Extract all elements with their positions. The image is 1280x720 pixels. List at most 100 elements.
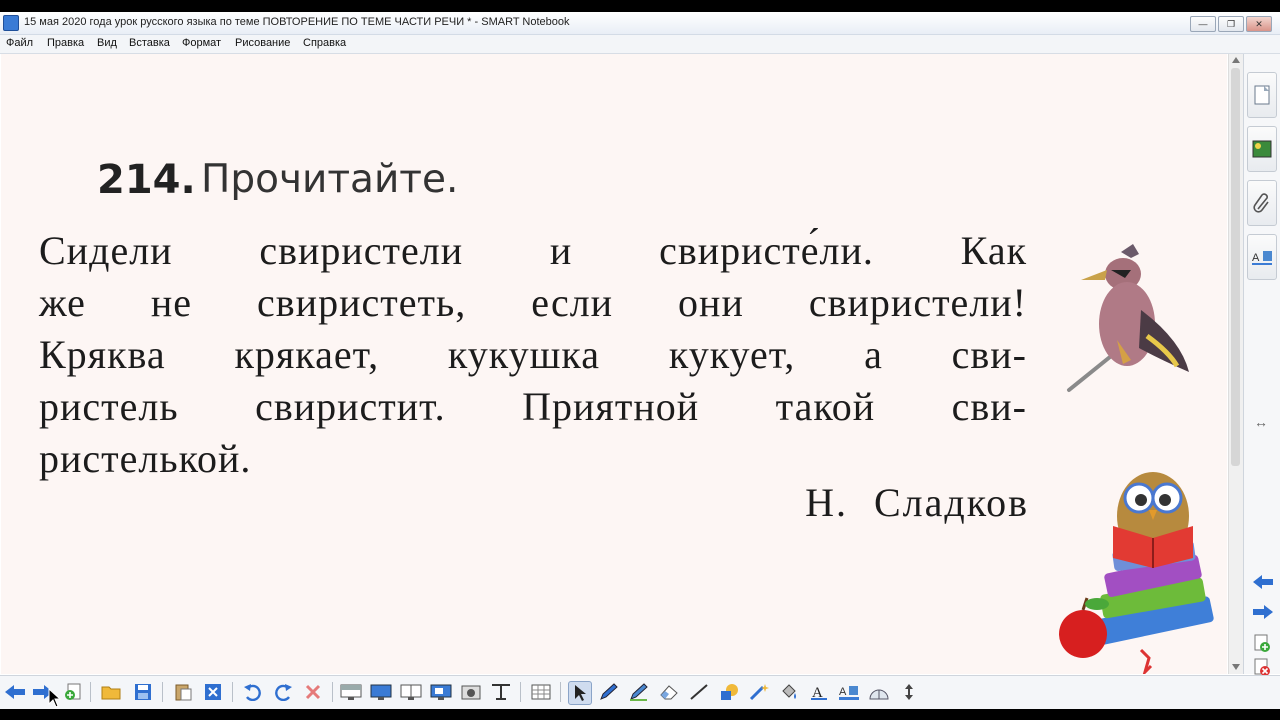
capture-button[interactable]: [430, 681, 452, 703]
text-line-5: ристелькой.: [39, 436, 252, 481]
camera-icon: [461, 685, 481, 700]
text-button[interactable]: A: [808, 681, 830, 703]
shapes-icon: [721, 684, 738, 700]
eraser-tool-button[interactable]: [658, 681, 680, 703]
select-tool-button[interactable]: [568, 681, 592, 705]
menu-help[interactable]: Справка: [303, 37, 346, 49]
previous-page-arrow-icon[interactable]: [1252, 574, 1274, 590]
attachments-tab[interactable]: [1247, 180, 1277, 226]
magic-pen-icon: [749, 684, 769, 701]
redo-button[interactable]: [272, 681, 294, 703]
table-button[interactable]: [530, 681, 552, 703]
redo-icon: [275, 684, 292, 701]
paste-button[interactable]: [172, 681, 194, 703]
clear-page-button[interactable]: [302, 681, 324, 703]
text-line-4: ристель свиристит. Приятной такой сви-: [39, 384, 1027, 429]
toolbar-separator: [232, 682, 233, 702]
fill-tool-button[interactable]: [778, 681, 800, 703]
text-line-2: же не свиристеть, если они свиристели!: [39, 280, 1027, 325]
scroll-up-arrow-icon[interactable]: [1232, 57, 1240, 63]
menu-insert[interactable]: Вставка: [129, 37, 170, 49]
gallery-tab[interactable]: [1247, 126, 1277, 172]
text-line-3: Кряква крякает, кукушка кукует, а сви-: [39, 332, 1027, 377]
paste-icon: [175, 684, 192, 701]
open-file-button[interactable]: [100, 681, 122, 703]
add-page-toolbar-icon: [65, 683, 81, 700]
menu-edit[interactable]: Правка: [47, 37, 84, 49]
svg-text:A: A: [839, 686, 847, 698]
pen-icon: [600, 683, 618, 700]
measurement-tools-button[interactable]: [868, 681, 890, 703]
smart-notebook-app-icon: [3, 15, 19, 31]
undo-button[interactable]: [242, 681, 264, 703]
undo-icon: [244, 684, 261, 701]
line-tool-button[interactable]: [688, 681, 710, 703]
save-button[interactable]: [132, 681, 154, 703]
exercise-number: 214.: [97, 157, 196, 203]
creative-pen-icon: [630, 683, 648, 701]
expand-panel-arrow-icon[interactable]: ↔: [1254, 414, 1268, 430]
add-page-button[interactable]: [62, 681, 84, 703]
table-insert-button[interactable]: [490, 681, 512, 703]
owl-on-books-image: [1059, 472, 1214, 674]
magic-pen-button[interactable]: [748, 681, 770, 703]
toolbar-position-button[interactable]: [898, 681, 920, 703]
full-screen-button[interactable]: [370, 681, 392, 703]
notebook-page-canvas[interactable]: 214. Прочитайте. Сидели свиристели и сви…: [1, 54, 1227, 674]
app-window: 15 мая 2020 года урок русского языка по …: [0, 12, 1280, 709]
toolbar-separator: [560, 682, 561, 702]
fill-bucket-icon: [782, 684, 796, 699]
menu-bar: Файл Правка Вид Вставка Формат Рисование…: [0, 35, 1280, 54]
delete-page-icon[interactable]: [1254, 658, 1270, 676]
waxwing-bird-image: [1067, 244, 1189, 392]
dual-page-icon: [400, 684, 422, 700]
eraser-icon: [660, 685, 678, 700]
properties-toolbar-icon: A: [839, 686, 859, 700]
line-icon: [690, 684, 708, 700]
previous-page-button[interactable]: [4, 681, 26, 703]
title-bar[interactable]: 15 мая 2020 года урок русского языка по …: [0, 12, 1280, 35]
properties-button[interactable]: A: [838, 681, 860, 703]
scrollbar-thumb[interactable]: [1231, 68, 1240, 466]
folder-icon: [101, 686, 121, 700]
document-camera-button[interactable]: [460, 681, 482, 703]
monitor-icon: [370, 684, 392, 700]
creative-pen-button[interactable]: [628, 681, 650, 703]
svg-text:A: A: [1252, 252, 1260, 264]
menu-file[interactable]: Файл: [6, 37, 33, 49]
pointer-arrow-icon: [575, 685, 586, 701]
pen-tool-button[interactable]: [598, 681, 620, 703]
screen-shade-icon: [340, 684, 362, 700]
exercise-instruction: Прочитайте.: [201, 157, 459, 202]
mouse-cursor-icon: [48, 688, 62, 708]
minimize-button[interactable]: —: [1190, 16, 1216, 32]
properties-icon: A: [1252, 251, 1272, 265]
delete-button[interactable]: [202, 681, 224, 703]
side-tabs-panel: A ↔: [1243, 54, 1280, 676]
close-button[interactable]: ✕: [1246, 16, 1272, 32]
toolbar-separator: [90, 682, 91, 702]
screen-shade-button[interactable]: [340, 681, 362, 703]
move-toolbar-arrow-icon: [905, 684, 913, 700]
menu-view[interactable]: Вид: [97, 37, 117, 49]
vertical-scrollbar[interactable]: [1228, 54, 1243, 674]
window-title: 15 мая 2020 года урок русского языка по …: [24, 16, 570, 28]
shapes-tool-button[interactable]: [718, 681, 740, 703]
add-page-icon[interactable]: [1254, 634, 1270, 652]
menu-draw[interactable]: Рисование: [235, 37, 290, 49]
clear-icon: [305, 684, 321, 700]
properties-tab[interactable]: A: [1247, 234, 1277, 280]
toolbar-separator: [520, 682, 521, 702]
previous-page-icon: [5, 685, 25, 699]
scroll-down-arrow-icon[interactable]: [1232, 664, 1240, 670]
next-page-arrow-icon[interactable]: [1252, 604, 1274, 620]
paperclip-icon: [1253, 193, 1269, 213]
dual-page-button[interactable]: [400, 681, 422, 703]
restore-button[interactable]: ❐: [1218, 16, 1244, 32]
protractor-icon: [869, 689, 889, 700]
menu-format[interactable]: Формат: [182, 37, 221, 49]
bottom-toolbar: A A: [0, 675, 1280, 709]
text-line-1: Сидели свиристели и свиристе́ли. Как: [39, 228, 1027, 273]
toolbar-separator: [332, 682, 333, 702]
page-sorter-tab[interactable]: [1247, 72, 1277, 118]
